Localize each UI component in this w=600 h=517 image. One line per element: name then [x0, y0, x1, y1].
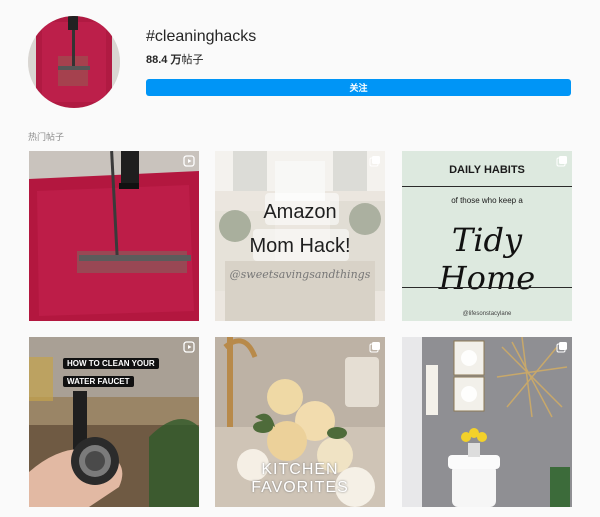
faucet-caption-line1: HOW TO CLEAN YOUR	[63, 358, 159, 369]
amazon-title: Amazon	[263, 201, 337, 223]
mom-hack-title: Mom Hack!	[249, 235, 351, 257]
hashtag-header: #cleaninghacks 88.4 万帖子 关注	[0, 0, 600, 120]
post-count-value: 88.4 万	[146, 54, 182, 66]
post-tile-1[interactable]	[29, 151, 199, 321]
post-tile-4[interactable]: HOW TO CLEAN YOUR WATER FAUCET	[29, 337, 199, 507]
post-tile-3[interactable]: DAILY HABITS of those who keep a Tidy Ho…	[402, 151, 572, 321]
kitchen-caption-line2: FAVORITES	[251, 479, 349, 496]
daily-habits-rule-bottom	[402, 287, 572, 288]
post-tile-2[interactable]: Amazon Mom Hack! @sweetsavingsandthings	[215, 151, 385, 321]
hashtag-avatar	[28, 16, 120, 108]
carousel-icon	[556, 156, 567, 167]
kitchen-caption: KITCHEN FAVORITES	[215, 461, 385, 497]
tidy-home-script: Tidy Home	[438, 221, 536, 297]
daily-habits-heading: DAILY HABITS	[449, 164, 525, 176]
carousel-icon	[369, 342, 380, 353]
reel-icon	[183, 341, 195, 353]
amazon-overlay: Amazon Mom Hack! @sweetsavingsandthings	[215, 151, 385, 321]
reel-icon	[183, 155, 195, 167]
daily-habits-subheading: of those who keep a	[451, 196, 523, 205]
kitchen-caption-line1: KITCHEN	[261, 461, 339, 478]
follow-button[interactable]: 关注	[146, 79, 571, 96]
carousel-icon	[369, 156, 380, 167]
carousel-icon	[556, 342, 567, 353]
amazon-handle: @sweetsavingsandthings	[229, 268, 371, 281]
hashtag-title: #cleaninghacks	[146, 28, 257, 45]
daily-habits-rule-top	[402, 186, 572, 187]
top-posts-label: 热门帖子	[28, 132, 65, 142]
faucet-caption-line2: WATER FAUCET	[63, 376, 134, 387]
post-count-unit: 帖子	[181, 54, 204, 66]
faucet-caption: HOW TO CLEAN YOUR WATER FAUCET	[63, 353, 159, 389]
post-tile-5[interactable]: KITCHEN FAVORITES	[215, 337, 385, 507]
post-count: 88.4 万帖子	[146, 51, 203, 67]
post-tile-6[interactable]	[402, 337, 572, 507]
tidy-home-handle: @lifesonstacylane	[462, 311, 512, 317]
